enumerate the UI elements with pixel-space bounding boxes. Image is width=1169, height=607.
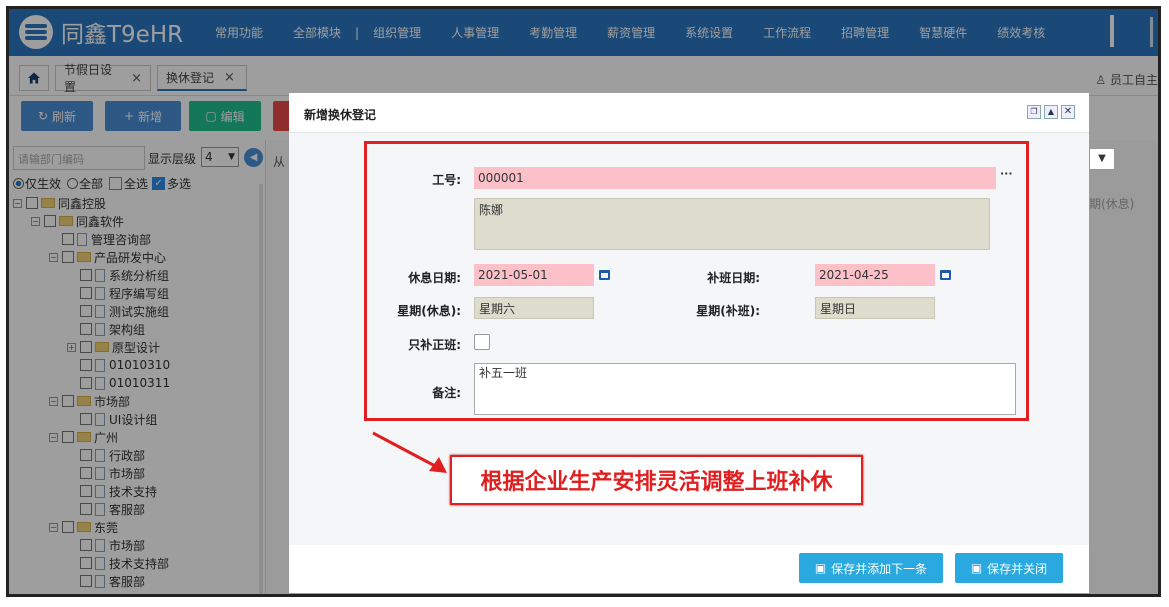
- add-shift-swap-dialog: 新增换休登记 ❐ ▲ ✕ 工号: 000001 ··· 陈娜 休息日期: 202…: [289, 93, 1089, 593]
- content-label: 从: [273, 155, 286, 169]
- annotation-arrow: [372, 431, 447, 473]
- emp-name-textarea[interactable]: 陈娜: [474, 198, 990, 250]
- remark-label: 备注:: [432, 386, 461, 400]
- emp-no-label: 工号:: [432, 173, 461, 187]
- rest-date-label: 休息日期:: [408, 271, 461, 285]
- chevron-down-icon: ▼: [1098, 153, 1106, 164]
- close-icon[interactable]: ✕: [1061, 105, 1075, 119]
- only-regular-label: 只补正班:: [408, 338, 461, 352]
- make-up-weekday-label: 星期(补班):: [696, 304, 760, 318]
- dialog-footer: ▣ 保存并添加下一条 ▣ 保存并关闭: [289, 545, 1089, 593]
- remark-textarea[interactable]: 补五一班: [474, 363, 1016, 415]
- dialog-header: 新增换休登记 ❐ ▲ ✕: [289, 93, 1089, 133]
- rest-weekday-label: 星期(休息):: [397, 304, 461, 318]
- rest-date-input[interactable]: 2021-05-01: [474, 264, 594, 286]
- make-up-date-input[interactable]: 2021-04-25: [815, 264, 935, 286]
- lookup-button[interactable]: ···: [1000, 167, 1013, 180]
- emp-no-input[interactable]: 000001: [474, 167, 996, 189]
- save-close-label: 保存并关闭: [987, 561, 1048, 576]
- make-up-weekday-field: 星期日: [815, 297, 935, 319]
- dialog-title: 新增换休登记: [304, 108, 377, 122]
- save-icon: ▣: [814, 561, 827, 575]
- save-add-next-label: 保存并添加下一条: [831, 561, 928, 576]
- calendar-icon[interactable]: [599, 270, 610, 280]
- save-close-button[interactable]: ▣ 保存并关闭: [955, 553, 1063, 583]
- restore-icon[interactable]: ❐: [1027, 105, 1041, 119]
- annotation-callout: 根据企业生产安排灵活调整上班补休: [450, 455, 863, 505]
- calendar-icon[interactable]: [940, 270, 951, 280]
- content-select[interactable]: ▼: [1089, 148, 1115, 170]
- collapse-icon[interactable]: ▲: [1044, 105, 1058, 119]
- app-window: 同鑫T9eHR 常用功能 全部模块 | 组织管理 人事管理 考勤管理 薪资管理 系统设置 工作流…: [6, 6, 1161, 597]
- save-add-next-button[interactable]: ▣ 保存并添加下一条: [799, 553, 943, 583]
- make-up-date-label: 补班日期:: [707, 271, 760, 285]
- save-icon: ▣: [970, 561, 983, 575]
- rest-weekday-field: 星期六: [474, 297, 594, 319]
- only-regular-checkbox[interactable]: [474, 334, 490, 350]
- column-header-rest-date: 期(休息): [1089, 197, 1135, 211]
